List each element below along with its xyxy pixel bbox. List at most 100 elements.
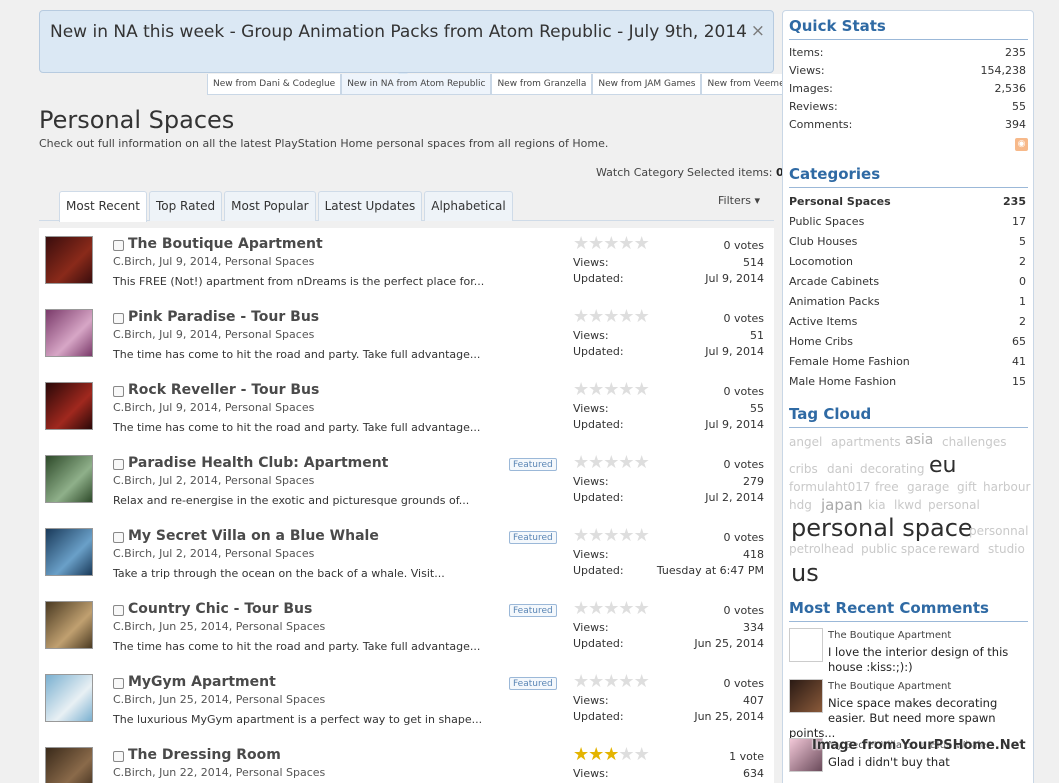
star-icon[interactable]: ★ xyxy=(573,233,589,254)
item-title[interactable]: Pink Paradise - Tour Bus xyxy=(128,309,319,325)
item-checkbox[interactable] xyxy=(113,604,124,616)
category-link[interactable]: Personal Spaces xyxy=(789,195,891,208)
tag-link[interactable]: reward xyxy=(938,542,980,556)
tag-link[interactable]: harbour xyxy=(983,480,1030,494)
tab-latest-updates[interactable]: Latest Updates xyxy=(317,191,423,221)
star-icon[interactable]: ★ xyxy=(603,598,619,619)
close-icon[interactable]: × xyxy=(751,21,765,41)
tag-link[interactable]: cribs xyxy=(789,462,818,476)
star-icon[interactable]: ★ xyxy=(618,525,634,546)
comment-item-link[interactable]: The Boutique Apartment xyxy=(828,630,951,641)
tag-link[interactable]: apartments xyxy=(831,435,901,449)
tag-link[interactable]: decorating xyxy=(860,462,925,476)
tag-link[interactable]: eu xyxy=(929,453,956,478)
category-link[interactable]: Home Cribs xyxy=(789,335,853,348)
star-icon[interactable]: ★ xyxy=(588,525,604,546)
tag-link[interactable]: us xyxy=(791,559,819,587)
item-title[interactable]: The Boutique Apartment xyxy=(128,236,323,252)
star-icon[interactable]: ★ xyxy=(588,671,604,692)
star-icon[interactable]: ★ xyxy=(634,233,650,254)
star-icon[interactable]: ★ xyxy=(588,379,604,400)
star-rating[interactable]: ★★★★★ xyxy=(573,671,650,692)
notice-tab-granzella[interactable]: New from Granzella xyxy=(491,74,593,95)
category-link[interactable]: Club Houses xyxy=(789,235,857,248)
star-icon[interactable]: ★ xyxy=(573,306,589,327)
notice-tab-dani[interactable]: New from Dani & Codeglue xyxy=(207,74,342,95)
filters-dropdown[interactable]: Filters ▾ xyxy=(718,194,760,207)
item-thumbnail[interactable] xyxy=(45,528,93,576)
item-checkbox[interactable] xyxy=(113,385,124,397)
category-link[interactable]: Locomotion xyxy=(789,255,853,268)
star-icon[interactable]: ★ xyxy=(573,525,589,546)
star-icon[interactable]: ★ xyxy=(603,233,619,254)
star-icon[interactable]: ★ xyxy=(603,379,619,400)
avatar[interactable] xyxy=(789,679,823,713)
category-link[interactable]: Arcade Cabinets xyxy=(789,275,879,288)
star-icon[interactable]: ★ xyxy=(588,598,604,619)
category-link[interactable]: Male Home Fashion xyxy=(789,375,896,388)
star-icon[interactable]: ★ xyxy=(618,671,634,692)
item-checkbox[interactable] xyxy=(113,312,124,324)
item-thumbnail[interactable] xyxy=(45,382,93,430)
star-icon[interactable]: ★ xyxy=(573,379,589,400)
item-thumbnail[interactable] xyxy=(45,309,93,357)
star-icon[interactable]: ★ xyxy=(588,744,604,765)
tab-top-rated[interactable]: Top Rated xyxy=(148,191,223,221)
category-link[interactable]: Animation Packs xyxy=(789,295,880,308)
item-checkbox[interactable] xyxy=(113,677,124,689)
tag-link[interactable]: hdg xyxy=(789,498,812,512)
tag-link[interactable]: studio xyxy=(988,542,1025,556)
star-rating[interactable]: ★★★★★ xyxy=(573,233,650,254)
star-rating[interactable]: ★★★★★ xyxy=(573,744,650,765)
star-icon[interactable]: ★ xyxy=(634,452,650,473)
item-thumbnail[interactable] xyxy=(45,601,93,649)
item-checkbox[interactable] xyxy=(113,458,124,470)
star-rating[interactable]: ★★★★★ xyxy=(573,306,650,327)
item-title[interactable]: MyGym Apartment xyxy=(128,674,276,690)
tab-alphabetical[interactable]: Alphabetical xyxy=(424,191,513,221)
tag-link[interactable]: petrolhead xyxy=(789,542,854,556)
star-icon[interactable]: ★ xyxy=(573,452,589,473)
item-checkbox[interactable] xyxy=(113,239,124,251)
tag-link[interactable]: lkwd xyxy=(894,498,922,512)
star-rating[interactable]: ★★★★★ xyxy=(573,598,650,619)
star-rating[interactable]: ★★★★★ xyxy=(573,525,650,546)
star-icon[interactable]: ★ xyxy=(588,306,604,327)
tab-most-recent[interactable]: Most Recent xyxy=(59,191,147,222)
star-icon[interactable]: ★ xyxy=(573,671,589,692)
tag-link[interactable]: asia xyxy=(905,432,933,448)
category-link[interactable]: Female Home Fashion xyxy=(789,355,910,368)
notice-tab-jam-games[interactable]: New from JAM Games xyxy=(592,74,702,95)
tag-link[interactable]: garage xyxy=(907,480,949,494)
item-title[interactable]: Paradise Health Club: Apartment xyxy=(128,455,388,471)
star-icon[interactable]: ★ xyxy=(618,452,634,473)
star-icon[interactable]: ★ xyxy=(634,525,650,546)
star-icon[interactable]: ★ xyxy=(618,306,634,327)
item-thumbnail[interactable] xyxy=(45,236,93,284)
tag-link[interactable]: japan xyxy=(821,496,863,514)
tag-link[interactable]: gift xyxy=(957,480,977,494)
tag-link[interactable]: formulaht017 xyxy=(789,480,871,494)
item-checkbox[interactable] xyxy=(113,531,124,543)
star-icon[interactable]: ★ xyxy=(603,744,619,765)
tag-link[interactable]: personnal xyxy=(969,524,1028,538)
star-icon[interactable]: ★ xyxy=(634,306,650,327)
star-icon[interactable]: ★ xyxy=(618,379,634,400)
comment-item-link[interactable]: The Boutique Apartment xyxy=(828,681,951,692)
star-icon[interactable]: ★ xyxy=(603,306,619,327)
notice-tab-atom-republic[interactable]: New in NA from Atom Republic xyxy=(341,74,492,95)
tag-link[interactable]: kia xyxy=(868,498,886,512)
tab-most-popular[interactable]: Most Popular xyxy=(224,191,316,221)
star-icon[interactable]: ★ xyxy=(634,744,650,765)
item-title[interactable]: The Dressing Room xyxy=(128,747,281,763)
star-icon[interactable]: ★ xyxy=(634,671,650,692)
item-thumbnail[interactable] xyxy=(45,674,93,722)
star-icon[interactable]: ★ xyxy=(603,452,619,473)
star-icon[interactable]: ★ xyxy=(634,379,650,400)
item-thumbnail[interactable] xyxy=(45,747,93,783)
tag-link[interactable]: angel xyxy=(789,435,822,449)
avatar[interactable] xyxy=(789,628,823,662)
item-title[interactable]: My Secret Villa on a Blue Whale xyxy=(128,528,379,544)
star-icon[interactable]: ★ xyxy=(573,598,589,619)
star-icon[interactable]: ★ xyxy=(603,525,619,546)
